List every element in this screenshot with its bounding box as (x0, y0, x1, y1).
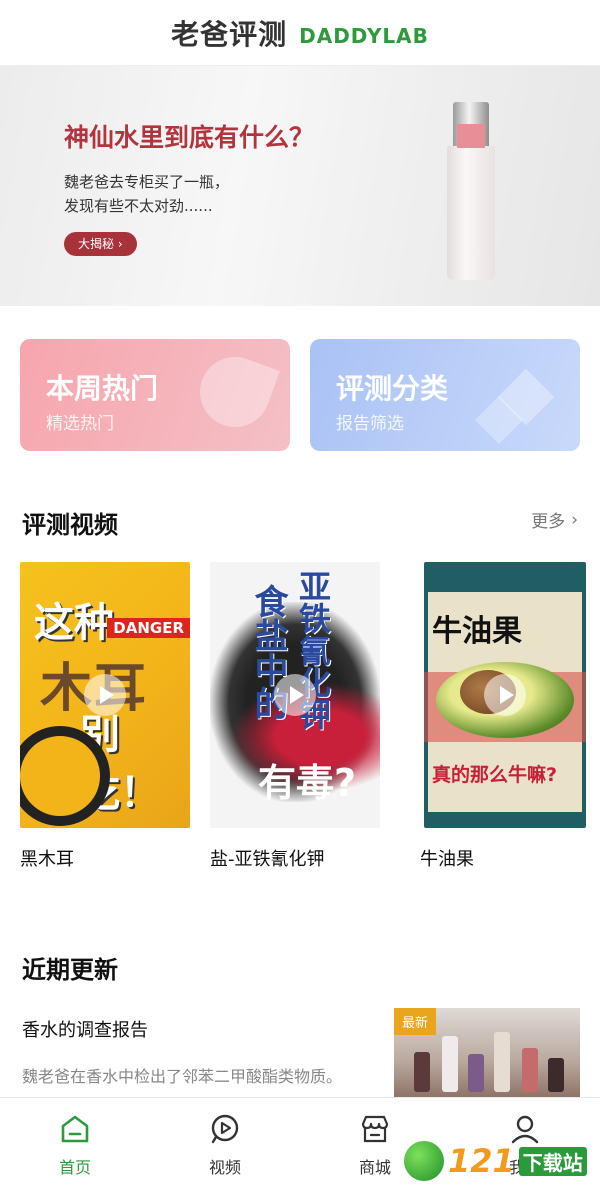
leaf-icon (190, 347, 280, 437)
tab-label: 首页 (58, 1158, 91, 1177)
banner-desc-line: 魏老爸去专柜买了一瓶， (64, 173, 230, 191)
tab-video[interactable]: 视频 (150, 1098, 300, 1197)
video-thumbnail[interactable]: 这种 DANGER 木耳 别吃！ (20, 562, 190, 828)
category-card[interactable]: 评测分类 报告筛选 (310, 339, 580, 451)
tab-home[interactable]: 首页 (0, 1098, 150, 1197)
weekly-hot-card[interactable]: 本周热门 精选热门 (20, 339, 290, 451)
chevron-right-icon: › (117, 237, 123, 251)
watermark-logo-icon (404, 1141, 444, 1181)
app-screen: 老爸评测 DADDYLAB 神仙水里到底有什么？ 魏老爸去专柜买了一瓶， 发现有… (0, 0, 600, 1197)
article-description: 魏老爸在香水中检出了邻苯二甲酸酯类物质。 (22, 1067, 343, 1086)
watermark-number: 121 (448, 1142, 515, 1180)
thumb-text: 真的那么牛嘛? (432, 764, 558, 786)
banner-description: 魏老爸去专柜买了一瓶， 发现有些不太对劲...... (64, 170, 304, 218)
card-subtitle: 精选热门 (46, 414, 114, 434)
thumb-text: 牛油果 (432, 614, 522, 649)
video-caption[interactable]: 盐-亚铁氰化钾 (210, 845, 325, 871)
product-bottle-image (447, 102, 495, 280)
app-title: 老爸评测 (171, 17, 288, 51)
reveal-button-label: 大揭秘 (78, 237, 115, 251)
site-watermark: 121 下载站 (404, 1136, 594, 1186)
tab-label: 视频 (208, 1158, 241, 1177)
play-icon (274, 674, 316, 716)
tab-label: 商城 (358, 1158, 391, 1177)
danger-badge: DANGER (107, 618, 190, 638)
thumb-text: 这种 (34, 600, 114, 646)
card-subtitle: 报告筛选 (336, 414, 404, 434)
thumb-text: 有毒? (258, 761, 357, 805)
banner-desc-line: 发现有些不太对劲...... (64, 197, 213, 215)
article-thumbnail[interactable]: 最新 (394, 1008, 580, 1098)
store-icon (361, 1115, 389, 1143)
new-badge: 最新 (394, 1008, 437, 1035)
video-thumbnail[interactable]: 牛油果 真的那么牛嘛? (424, 562, 586, 828)
play-icon (484, 674, 526, 716)
play-circle-icon (211, 1114, 239, 1144)
video-caption[interactable]: 牛油果 (420, 845, 474, 871)
watermark-text: 下载站 (518, 1146, 587, 1176)
app-title-english: DADDYLAB (299, 23, 429, 48)
card-title: 评测分类 (336, 372, 449, 405)
chevron-right-icon: › (571, 509, 578, 530)
video-thumbnail[interactable]: 亚铁氰化钾 食盐中的 有毒? (210, 562, 380, 828)
banner-title: 神仙水里到底有什么？ (64, 123, 315, 152)
more-link[interactable]: 更多 › (531, 507, 578, 533)
more-label: 更多 (531, 512, 566, 532)
promo-banner[interactable]: 神仙水里到底有什么？ 魏老爸去专柜买了一瓶， 发现有些不太对劲...... 大揭… (0, 66, 600, 306)
article-title[interactable]: 香水的调查报告 (22, 1016, 148, 1042)
video-caption[interactable]: 黑木耳 (20, 845, 74, 871)
reveal-button[interactable]: 大揭秘 › (64, 232, 137, 256)
recent-section-title: 近期更新 (22, 956, 118, 984)
play-icon (84, 674, 126, 716)
app-header: 老爸评测 DADDYLAB (0, 0, 600, 66)
card-title: 本周热门 (46, 372, 159, 405)
home-icon (61, 1115, 89, 1143)
video-section-title: 评测视频 (22, 511, 118, 539)
